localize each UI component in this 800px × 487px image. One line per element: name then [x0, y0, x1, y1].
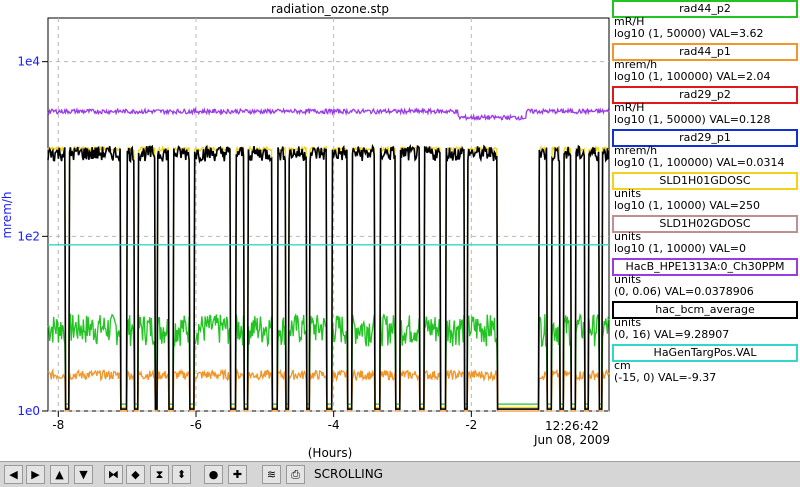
- legend-entry[interactable]: SLD1H02GDOSC units log10 (1, 10000) VAL=0: [612, 215, 800, 258]
- legend-entry-value: log10 (1, 100000) VAL=2.04: [614, 70, 771, 83]
- zoom-in-y-button[interactable]: ⧗: [150, 465, 169, 484]
- legend-entry-value: log10 (1, 50000) VAL=3.62: [614, 27, 764, 40]
- y-axis-label: mrem/h: [0, 191, 14, 238]
- arrow-left-icon: ◀: [9, 468, 18, 481]
- crosshair-button[interactable]: ✚: [228, 465, 247, 484]
- crosshair-icon: ✚: [232, 468, 243, 481]
- zoom-out-x-icon: ◆: [131, 468, 140, 481]
- y-tick-label: 1e2: [17, 229, 40, 243]
- zoom-in-y-icon: ⧗: [155, 467, 164, 481]
- date-label: Jun 08, 2009: [533, 433, 610, 447]
- strip-chart[interactable]: radiation_ozone.stp 1e0 1e2 1e4 -8 -6 -4 -2 m…: [0, 0, 612, 461]
- y-tick-label: 1e4: [17, 55, 40, 69]
- x-tick-label: -2: [465, 418, 477, 432]
- y-tick-label: 1e0: [17, 404, 40, 418]
- legend-entry-value: log10 (1, 10000) VAL=250: [614, 199, 761, 212]
- print-icon: ⎙: [291, 467, 300, 481]
- x-axis-label: (Hours): [308, 446, 353, 460]
- scroll-right-button[interactable]: ▶: [26, 465, 45, 484]
- arrow-down-icon: ▼: [79, 468, 88, 481]
- legend-panel: rad44_p2 mR/H log10 (1, 50000) VAL=3.62 rad…: [612, 0, 800, 387]
- legend-entry[interactable]: HaGenTargPos.VAL cm (-15, 0) VAL=-9.37: [612, 344, 800, 387]
- legend-entry-value: log10 (1, 10000) VAL=0: [614, 242, 747, 255]
- legend-entry[interactable]: HacB_HPE1313A:0_Ch30PPM units (0, 0.06) VA…: [612, 258, 800, 301]
- legend-entry[interactable]: rad44_p2 mR/H log10 (1, 50000) VAL=3.62: [612, 0, 800, 43]
- legend-entry-value: log10 (1, 100000) VAL=0.0314: [614, 156, 785, 169]
- arrow-right-icon: ▶: [31, 468, 40, 481]
- scroll-up-button[interactable]: ▲: [50, 465, 69, 484]
- plot-area[interactable]: [47, 17, 610, 412]
- legend-entry-value: log10 (1, 50000) VAL=0.128: [614, 113, 771, 126]
- zoom-out-y-button[interactable]: ⬍: [172, 465, 191, 484]
- x-tick-label: -6: [190, 418, 202, 432]
- legend-entry-value: (-15, 0) VAL=-9.37: [614, 371, 717, 384]
- toolbar: SCROLLING ◀ ▶ ▲ ▼ ⧓ ◆ ⧗ ⬍ ● ✚ ≋ ⎙: [0, 461, 800, 487]
- legend-entry[interactable]: rad29_p1 mrem/h log10 (1, 100000) VAL=0.03…: [612, 129, 800, 172]
- y-axis: 1e0 1e2 1e4: [17, 55, 48, 418]
- arrow-up-icon: ▲: [55, 468, 64, 481]
- legend-entry[interactable]: rad44_p1 mrem/h log10 (1, 100000) VAL=2.04: [612, 43, 800, 86]
- legend-entry[interactable]: rad29_p2 mR/H log10 (1, 50000) VAL=0.128: [612, 86, 800, 129]
- x-tick-label: -8: [52, 418, 64, 432]
- zoom-out-x-button[interactable]: ◆: [126, 465, 145, 484]
- print-button[interactable]: ⎙: [286, 465, 305, 484]
- autoscale-button[interactable]: ●: [204, 465, 223, 484]
- status-text: SCROLLING: [314, 467, 383, 481]
- x-axis: -8 -6 -4 -2: [52, 411, 477, 432]
- zoom-in-x-button[interactable]: ⧓: [104, 465, 123, 484]
- time-label: 12:26:42: [545, 419, 599, 433]
- scroll-down-button[interactable]: ▼: [74, 465, 93, 484]
- autoscale-icon: ●: [208, 468, 219, 481]
- legend-entry-value: (0, 0.06) VAL=0.0378906: [614, 285, 754, 298]
- legend-entry[interactable]: hac_bcm_average units (0, 16) VAL=9.28907: [612, 301, 800, 344]
- zoom-in-x-icon: ⧓: [108, 468, 119, 481]
- x-tick-label: -4: [328, 418, 340, 432]
- zoom-out-y-icon: ⬍: [176, 468, 187, 481]
- chart-title: radiation_ozone.stp: [271, 2, 389, 16]
- config-button[interactable]: ≋: [262, 465, 281, 484]
- config-icon: ≋: [266, 468, 277, 481]
- legend-entry-value: (0, 16) VAL=9.28907: [614, 328, 730, 341]
- legend-entry-name[interactable]: HaGenTargPos.VAL: [612, 344, 798, 362]
- legend-entry[interactable]: SLD1H01GDOSC units log10 (1, 10000) VAL=25…: [612, 172, 800, 215]
- scroll-left-button[interactable]: ◀: [4, 465, 23, 484]
